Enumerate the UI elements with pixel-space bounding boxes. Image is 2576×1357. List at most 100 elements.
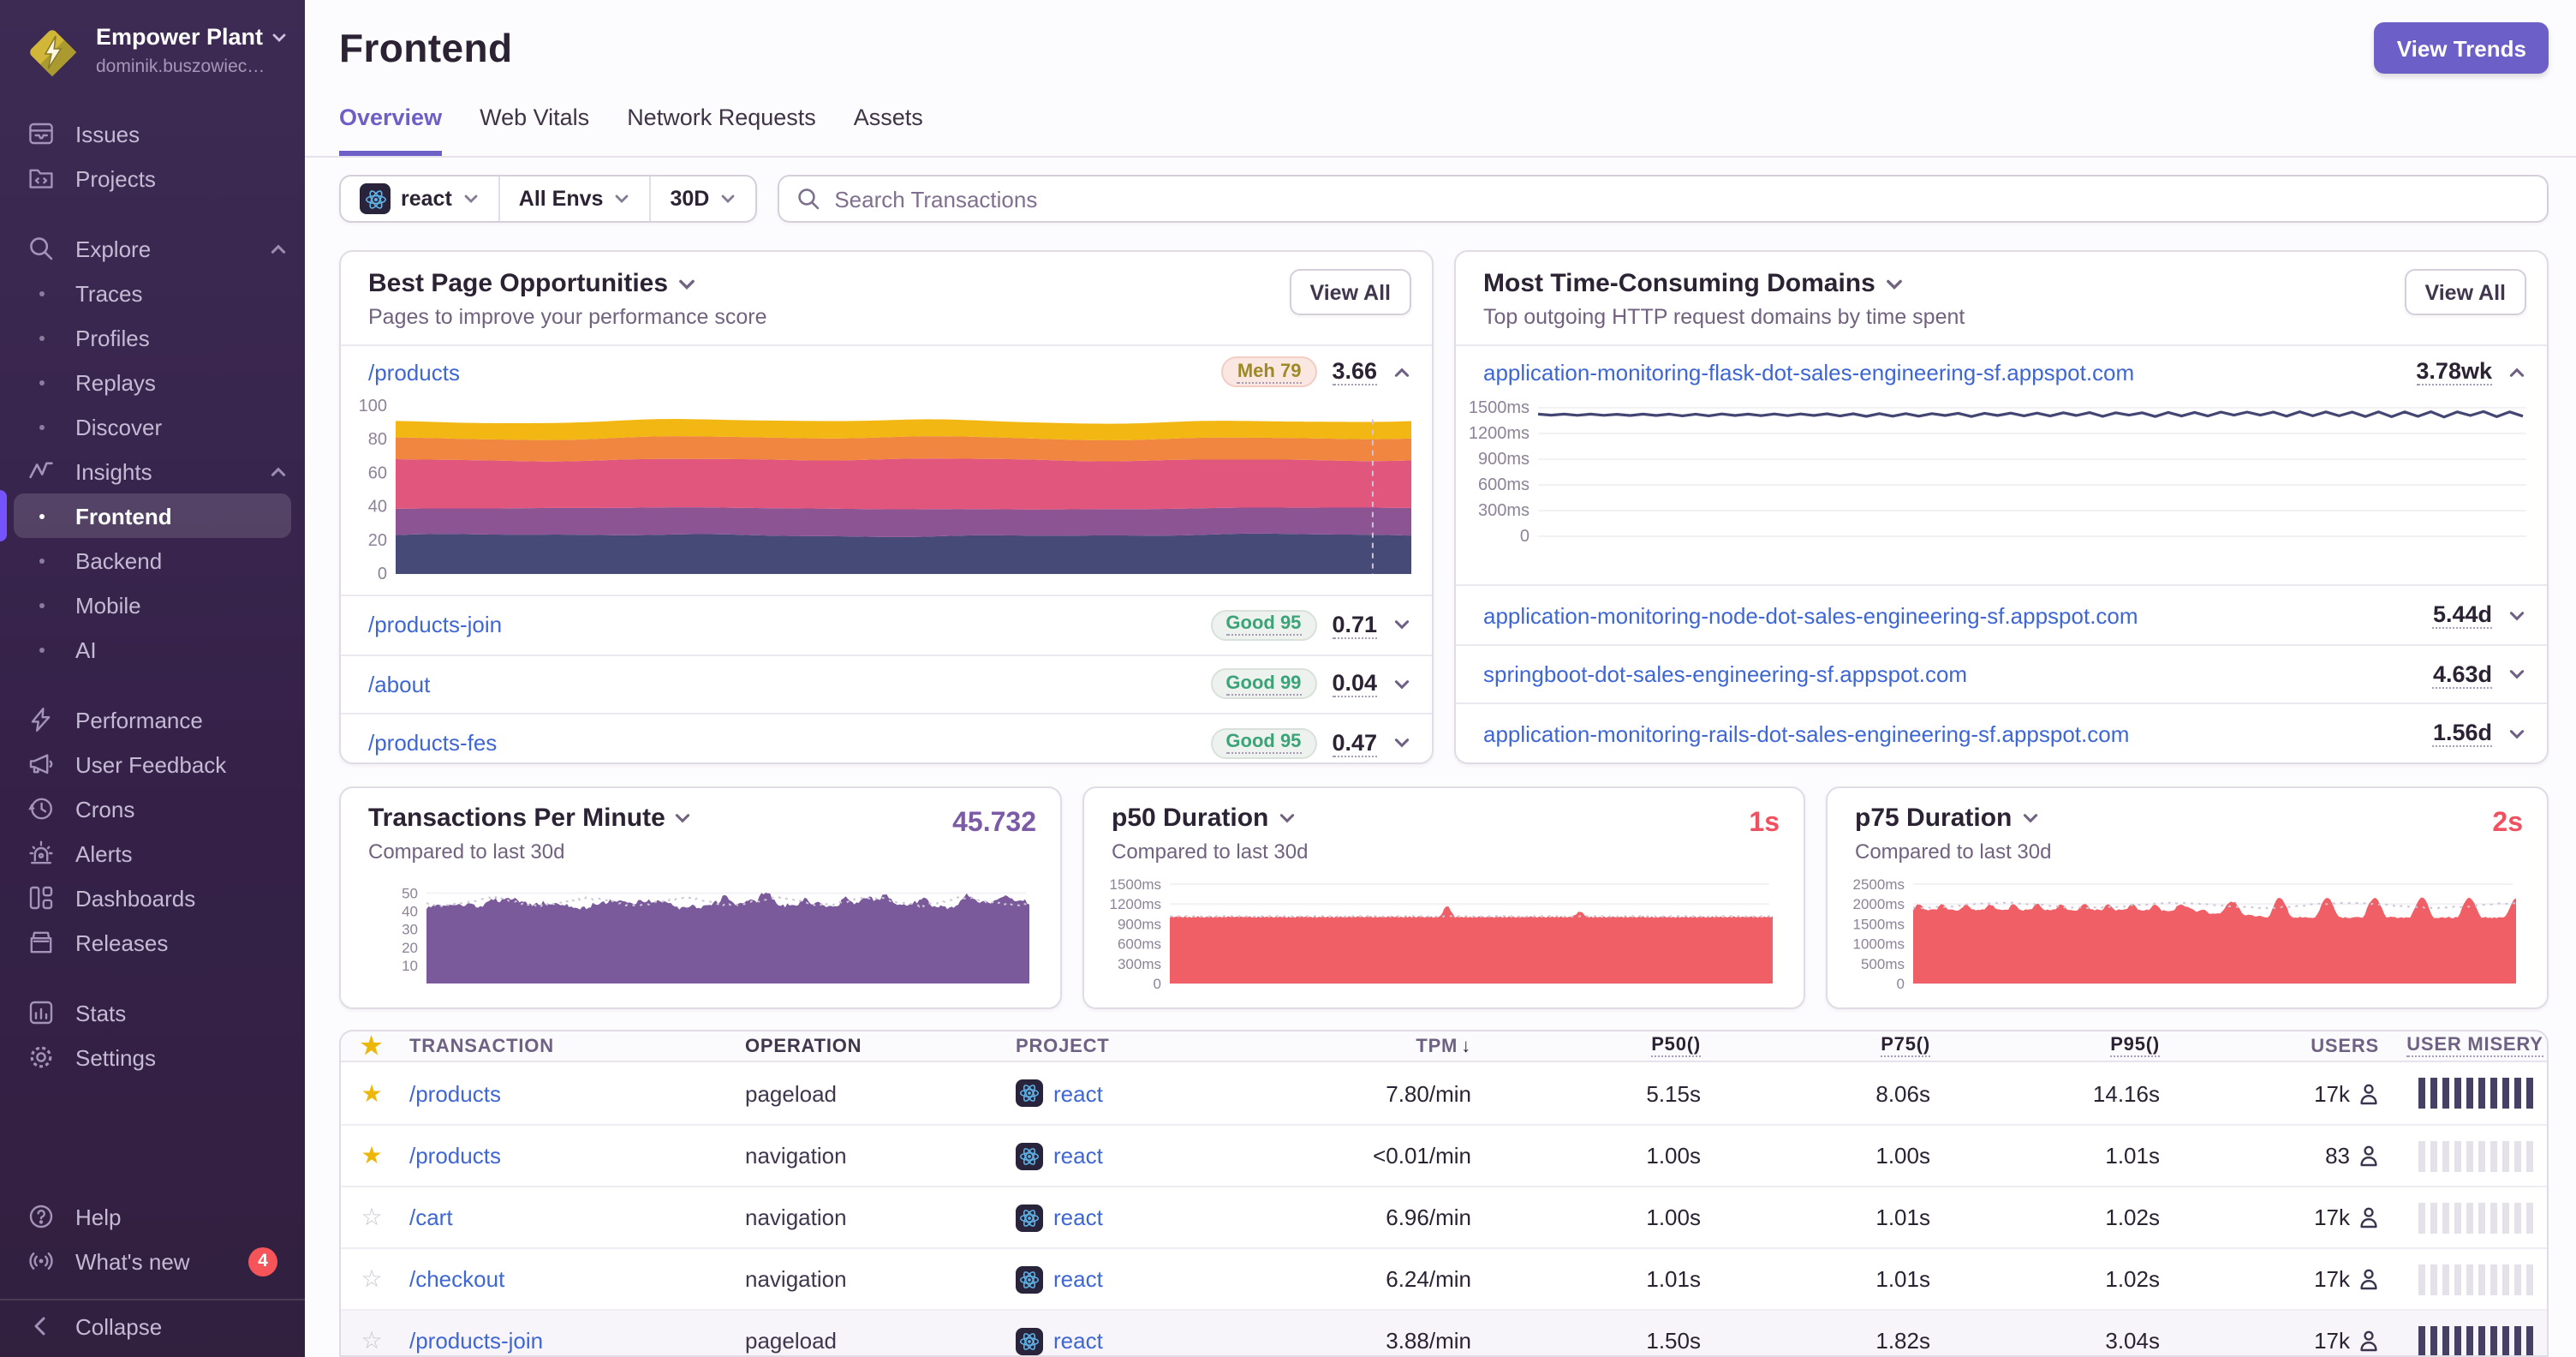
- sidebar-item-performance[interactable]: Performance: [0, 697, 305, 742]
- p75-cell: 8.06s: [1875, 1080, 1930, 1106]
- p50-chart[interactable]: 1500ms 1200ms 900ms 600ms 300ms 0: [1105, 874, 1780, 992]
- sidebar-item-projects[interactable]: Projects: [0, 156, 305, 200]
- tpm-chart[interactable]: 50 40 30 20 10: [361, 874, 1036, 990]
- sidebar-item-ai[interactable]: AI: [0, 627, 305, 672]
- chevron-down-icon[interactable]: [1392, 616, 1411, 635]
- domain-duration-chart[interactable]: 1500ms 1200ms 900ms 600ms 300ms 0: [1459, 396, 2537, 547]
- environment-filter[interactable]: All Envs: [500, 176, 652, 221]
- tab-assets[interactable]: Assets: [854, 105, 923, 156]
- sidebar-item-profiles[interactable]: Profiles: [0, 315, 305, 360]
- sidebar-item-mobile[interactable]: Mobile: [0, 583, 305, 627]
- chevron-up-icon[interactable]: [2507, 362, 2526, 381]
- sidebar-item-stats[interactable]: Stats: [0, 990, 305, 1035]
- chevron-down-icon[interactable]: [1392, 734, 1411, 753]
- sidebar-item-settings[interactable]: Settings: [0, 1035, 305, 1079]
- opportunity-score: 0.47: [1332, 729, 1377, 757]
- domain-link[interactable]: application-monitoring-rails-dot-sales-e…: [1483, 720, 2129, 746]
- chevron-down-icon[interactable]: [1392, 675, 1411, 694]
- svg-text:20: 20: [368, 531, 387, 550]
- sidebar-item-frontend[interactable]: Frontend: [14, 493, 291, 538]
- star-outline-icon[interactable]: ☆: [341, 1326, 402, 1355]
- sidebar-item-label: Alerts: [75, 840, 133, 866]
- sidebar-item-label: Mobile: [75, 592, 141, 618]
- web-vitals-stacked-chart[interactable]: 100 80 60 40 20 0: [344, 392, 1422, 595]
- project-filter[interactable]: react: [341, 176, 500, 221]
- col-user-misery[interactable]: USER MISERY: [2403, 1035, 2547, 1057]
- svg-text:1200ms: 1200ms: [1469, 424, 1530, 443]
- metric-title[interactable]: p75 Duration: [1848, 804, 2523, 833]
- sidebar-item-alerts[interactable]: Alerts: [0, 831, 305, 876]
- star-outline-icon[interactable]: ☆: [341, 1264, 402, 1294]
- sidebar-item-replays[interactable]: Replays: [0, 360, 305, 404]
- favorite-column-header[interactable]: ★: [341, 1031, 402, 1061]
- star-outline-icon[interactable]: ☆: [341, 1203, 402, 1232]
- project-cell: react: [1016, 1327, 1300, 1354]
- project-link[interactable]: react: [1053, 1205, 1103, 1230]
- sidebar-item-traces[interactable]: Traces: [0, 271, 305, 315]
- transaction-link[interactable]: /products: [409, 1143, 501, 1169]
- view-trends-button[interactable]: View Trends: [2374, 22, 2549, 74]
- col-operation[interactable]: OPERATION: [745, 1036, 1016, 1056]
- sidebar-item-explore[interactable]: Explore: [0, 226, 305, 271]
- org-switcher[interactable]: Empower Plant dominik.buszowiec…: [0, 17, 305, 87]
- star-filled-icon[interactable]: ★: [341, 1079, 402, 1108]
- domains-card-title[interactable]: Most Time-Consuming Domains: [1483, 269, 2523, 298]
- col-p95[interactable]: P95(): [1930, 1035, 2160, 1057]
- transaction-link[interactable]: /checkout: [409, 1266, 504, 1292]
- sidebar-item-discover[interactable]: Discover: [0, 404, 305, 449]
- user-misery-bars: [2418, 1140, 2532, 1171]
- users-count: 17k: [2314, 1205, 2350, 1230]
- transaction-link[interactable]: /products-join: [409, 1328, 543, 1354]
- sidebar-item-user-feedback[interactable]: User Feedback: [0, 742, 305, 786]
- sidebar-item-dashboards[interactable]: Dashboards: [0, 876, 305, 920]
- chevron-down-icon[interactable]: [2507, 665, 2526, 684]
- opportunities-card-title[interactable]: Best Page Opportunities: [368, 269, 1408, 298]
- transaction-link[interactable]: /products-fes: [368, 731, 497, 756]
- transaction-link[interactable]: /cart: [409, 1205, 453, 1230]
- p75-chart[interactable]: 2500ms 2000ms 1500ms 1000ms 500ms 0: [1848, 874, 2523, 992]
- search-input[interactable]: [834, 186, 2530, 212]
- domain-link[interactable]: application-monitoring-node-dot-sales-en…: [1483, 602, 2138, 628]
- domain-link[interactable]: application-monitoring-flask-dot-sales-e…: [1483, 359, 2134, 385]
- date-range-filter[interactable]: 30D: [651, 176, 755, 221]
- opportunity-row: /about Good 99 0.04: [341, 654, 1432, 713]
- col-transaction[interactable]: TRANSACTION: [402, 1036, 745, 1056]
- chevron-down-icon[interactable]: [2507, 724, 2526, 743]
- transaction-link[interactable]: /about: [368, 672, 430, 697]
- sidebar-item-what-s-new[interactable]: What's new 4: [0, 1239, 305, 1283]
- sidebar-item-backend[interactable]: Backend: [0, 538, 305, 583]
- sidebar-item-issues[interactable]: Issues: [0, 111, 305, 156]
- col-users[interactable]: USERS: [2160, 1036, 2403, 1056]
- domains-view-all-button[interactable]: View All: [2404, 269, 2526, 315]
- tab-web-vitals[interactable]: Web Vitals: [480, 105, 589, 156]
- tab-overview[interactable]: Overview: [339, 105, 443, 156]
- star-filled-icon[interactable]: ★: [341, 1141, 402, 1170]
- transaction-link[interactable]: /products: [409, 1080, 501, 1106]
- domain-link[interactable]: springboot-dot-sales-engineering-sf.apps…: [1483, 661, 1967, 687]
- sidebar-item-help[interactable]: Help: [0, 1194, 305, 1239]
- project-link[interactable]: react: [1053, 1080, 1103, 1106]
- sidebar-item-crons[interactable]: Crons: [0, 786, 305, 831]
- sidebar-item-releases[interactable]: Releases: [0, 920, 305, 965]
- metric-title[interactable]: Transactions Per Minute: [361, 804, 1036, 833]
- chevron-up-icon[interactable]: [1392, 362, 1411, 381]
- col-p50[interactable]: P50(): [1471, 1035, 1701, 1057]
- col-tpm-sorted[interactable]: TPM ↓: [1300, 1036, 1471, 1056]
- col-p75[interactable]: P75(): [1701, 1035, 1930, 1057]
- sidebar-item-insights[interactable]: Insights: [0, 449, 305, 493]
- metric-title[interactable]: p50 Duration: [1105, 804, 1780, 833]
- transaction-link[interactable]: /products: [368, 359, 460, 385]
- project-link[interactable]: react: [1053, 1143, 1103, 1169]
- opportunities-view-all-button[interactable]: View All: [1289, 269, 1411, 315]
- score-badge: Meh 79: [1221, 356, 1317, 387]
- sidebar-item-label: What's new: [75, 1248, 190, 1274]
- sidebar-collapse-button[interactable]: Collapse: [0, 1299, 305, 1343]
- col-project[interactable]: PROJECT: [1016, 1036, 1300, 1056]
- transaction-link[interactable]: /products-join: [368, 613, 502, 638]
- chevron-down-icon[interactable]: [2507, 606, 2526, 625]
- tab-network-requests[interactable]: Network Requests: [627, 105, 816, 156]
- tpm-cell: 3.88/min: [1386, 1328, 1471, 1354]
- project-link[interactable]: react: [1053, 1266, 1103, 1292]
- project-link[interactable]: react: [1053, 1328, 1103, 1354]
- sidebar-item-label: User Feedback: [75, 751, 227, 777]
